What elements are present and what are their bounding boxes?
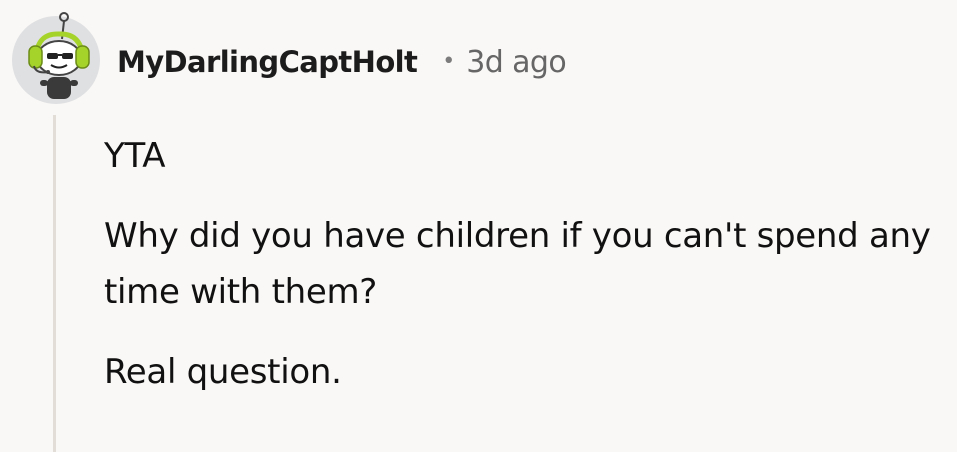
comment-header: MyDarlingCaptHolt • 3d ago [117,40,567,84]
comment-body: YTA Why did you have children if you can… [104,128,954,400]
snoo-headphones-avatar-icon [12,12,100,104]
username-link[interactable]: MyDarlingCaptHolt [117,45,418,79]
avatar[interactable] [10,8,102,104]
comment: MyDarlingCaptHolt • 3d ago YTA Why did y… [0,0,957,452]
comment-paragraph: YTA [104,136,166,176]
comment-paragraph: Why did you have children if you can't s… [104,216,931,312]
comment-paragraph: Real question. [104,352,342,392]
thread-collapse-line[interactable] [53,115,56,452]
timestamp[interactable]: 3d ago [466,45,566,80]
separator-dot: • [442,48,456,74]
